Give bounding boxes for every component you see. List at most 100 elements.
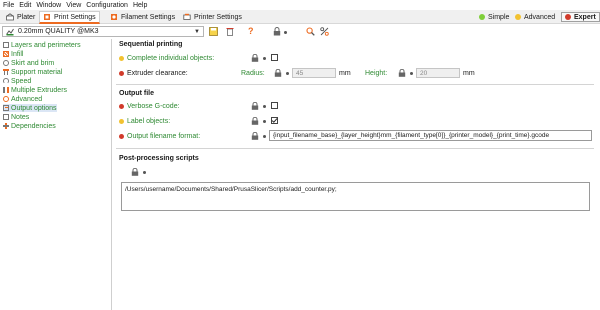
system-dot-icon[interactable] <box>410 72 413 75</box>
lock-icon[interactable] <box>251 54 259 62</box>
tab-print-settings[interactable]: Print Settings <box>39 11 100 24</box>
sidebar-item-label: Speed <box>11 77 32 85</box>
tab-filament-settings-label: Filament Settings <box>121 13 176 21</box>
tab-printer-settings[interactable]: Printer Settings <box>179 11 246 23</box>
verbose-checkbox[interactable] <box>271 102 278 109</box>
sidebar-item-label: Advanced <box>11 95 43 103</box>
extruder-clearance-label: Extruder clearance: <box>119 70 188 77</box>
menu-help[interactable]: Help <box>133 2 147 9</box>
expert-mode-dot-icon <box>119 134 124 139</box>
output-icon <box>3 105 9 111</box>
filename-format-label: Output filename format: <box>119 133 200 140</box>
system-dot-icon[interactable] <box>143 171 146 174</box>
filename-format-text: Output filename format: <box>127 133 201 140</box>
complete-objects-checkbox[interactable] <box>271 54 278 61</box>
radius-input[interactable]: 45 <box>292 68 336 78</box>
mode-simple[interactable]: Simple <box>476 12 512 22</box>
mode-advanced[interactable]: Advanced <box>512 12 558 22</box>
system-dot-icon[interactable] <box>284 31 287 34</box>
advanced-mode-dot-icon <box>119 119 124 124</box>
lock-icon[interactable] <box>274 69 282 77</box>
infill-icon <box>3 51 9 57</box>
sidebar-item-advanced[interactable]: Advanced <box>3 95 42 103</box>
sidebar-item-label: Layers and perimeters <box>11 41 81 49</box>
compare-icon[interactable] <box>320 27 329 36</box>
section-title-sequential: Sequential printing <box>119 41 183 48</box>
section-title-post-processing: Post-processing scripts <box>119 155 199 162</box>
sidebar-item-layers[interactable]: Layers and perimeters <box>3 41 81 49</box>
mode-expert-label: Expert <box>574 13 596 21</box>
save-icon[interactable] <box>209 27 218 36</box>
menu-bar: File Edit Window View Configuration Help <box>0 0 600 10</box>
radius-unit: mm <box>339 70 351 77</box>
post-processing-textarea[interactable]: /Users/username/Documents/Shared/PrusaSl… <box>121 182 590 211</box>
lock-icon[interactable] <box>273 27 281 36</box>
sidebar-item-notes[interactable]: Notes <box>3 113 29 121</box>
lock-icon[interactable] <box>251 117 259 125</box>
menu-view[interactable]: View <box>66 2 81 9</box>
verbose-text: Verbose G-code: <box>127 103 180 110</box>
menu-edit[interactable]: Edit <box>19 2 31 9</box>
expert-dot-icon <box>565 14 571 20</box>
advanced-gear-icon <box>3 96 9 102</box>
tab-plater[interactable]: Plater <box>2 11 39 23</box>
plater-icon <box>6 13 14 21</box>
help-question-icon[interactable]: ? <box>248 26 254 36</box>
sidebar-item-extruders[interactable]: Multiple Extruders <box>3 86 67 94</box>
tab-plater-label: Plater <box>17 13 36 21</box>
settings-sidebar: Layers and perimeters Infill Skirt and b… <box>0 39 112 310</box>
system-dot-icon[interactable] <box>263 135 266 138</box>
label-objects-checkbox[interactable] <box>271 117 278 124</box>
sidebar-item-skirt[interactable]: Skirt and brim <box>3 59 54 67</box>
tab-filament-settings[interactable]: Filament Settings <box>106 11 179 23</box>
preset-toolbar: 0.20mm QUALITY @MK3 ▼ ? <box>0 24 600 39</box>
dependencies-icon <box>3 123 9 129</box>
height-input[interactable]: 20 <box>416 68 460 78</box>
menu-window[interactable]: Window <box>36 2 61 9</box>
sidebar-item-label: Skirt and brim <box>11 59 55 67</box>
height-unit: mm <box>463 70 475 77</box>
sidebar-item-label: Output options <box>11 104 57 112</box>
mode-advanced-label: Advanced <box>524 13 556 21</box>
support-icon <box>3 69 9 75</box>
sidebar-item-dependencies[interactable]: Dependencies <box>3 122 56 130</box>
sidebar-item-output[interactable]: Output options <box>3 104 57 112</box>
preset-select[interactable]: 0.20mm QUALITY @MK3 ▼ <box>2 26 204 37</box>
system-dot-icon[interactable] <box>286 72 289 75</box>
simple-dot-icon <box>479 14 485 20</box>
lock-icon[interactable] <box>251 102 259 110</box>
lock-icon[interactable] <box>398 69 406 77</box>
preset-name: 0.20mm QUALITY @MK3 <box>18 28 99 35</box>
advanced-mode-dot-icon <box>119 56 124 61</box>
system-dot-icon[interactable] <box>263 105 266 108</box>
sidebar-item-support[interactable]: Support material <box>3 68 62 76</box>
lock-icon[interactable] <box>251 132 259 140</box>
mode-expert[interactable]: Expert <box>561 12 600 22</box>
lock-icon[interactable] <box>131 168 139 176</box>
section-divider <box>116 148 594 149</box>
tab-print-settings-label: Print Settings <box>54 13 96 21</box>
sidebar-item-label: Infill <box>11 50 24 58</box>
label-objects-text: Label objects: <box>127 118 171 125</box>
sidebar-item-infill[interactable]: Infill <box>3 50 23 58</box>
filename-format-input[interactable]: {input_filename_base}_{layer_height}mm_{… <box>269 130 592 141</box>
mode-simple-label: Simple <box>488 13 510 21</box>
system-dot-icon[interactable] <box>263 57 266 60</box>
radius-label: Radius: <box>241 70 265 77</box>
print-settings-icon <box>44 14 50 20</box>
search-icon[interactable] <box>306 27 315 36</box>
extruders-icon <box>3 87 9 93</box>
chevron-down-icon: ▼ <box>194 29 200 35</box>
expert-mode-dot-icon <box>119 104 124 109</box>
section-title-output-file: Output file <box>119 90 154 97</box>
delete-icon[interactable] <box>226 27 234 36</box>
speed-icon <box>3 78 9 84</box>
system-dot-icon[interactable] <box>263 120 266 123</box>
menu-configuration[interactable]: Configuration <box>86 2 128 9</box>
skirt-icon <box>3 60 9 66</box>
menu-file[interactable]: File <box>3 2 14 9</box>
sidebar-item-speed[interactable]: Speed <box>3 77 31 85</box>
filament-icon <box>111 14 117 20</box>
complete-objects-text: Complete individual objects: <box>127 55 215 62</box>
expert-mode-dot-icon <box>119 71 124 76</box>
